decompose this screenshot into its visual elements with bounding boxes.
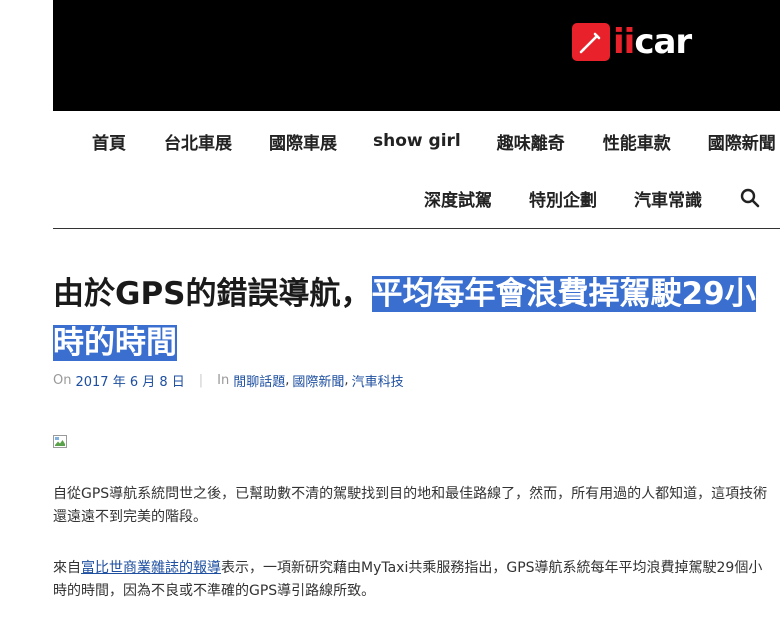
nav-item-intl-news[interactable]: 國際新聞 (708, 129, 776, 154)
meta-separator: | (198, 373, 204, 388)
forbes-report-link[interactable]: 富比世商業雜誌的報導 (81, 560, 221, 576)
nav-item-car-knowledge[interactable]: 汽車常識 (634, 186, 702, 211)
category-comma-2: , (344, 373, 349, 388)
nav-item-test-drive[interactable]: 深度試駕 (424, 186, 492, 211)
logo-letter-1: i (613, 22, 625, 62)
nav-item-home[interactable]: 首頁 (92, 129, 126, 154)
article-meta: On 2017 年 6 月 8 日 | In 閒聊話題 , 國際新聞 , 汽車科… (53, 371, 404, 390)
title-highlight-2: 時的時間 (53, 325, 177, 361)
article-title: 由於GPS的錯誤導航，平均每年會浪費掉駕駛29小時的時間 (53, 270, 780, 368)
category-link-chat[interactable]: 閒聊話題 (233, 371, 285, 390)
search-icon[interactable] (740, 188, 760, 208)
logo-letter-2: i (623, 22, 636, 62)
nav-item-show-girl[interactable]: show girl (373, 131, 461, 151)
category-comma-1: , (285, 373, 290, 388)
p2-intro: 來自 (53, 560, 81, 576)
meta-in-label: In (217, 373, 230, 388)
title-plain: 由於GPS的錯誤導航， (53, 276, 372, 312)
logo-wordmark: i i car (613, 22, 692, 62)
title-highlight-1: 平均每年會浪費掉駕駛29小 (371, 276, 756, 312)
header-divider (53, 228, 780, 229)
nav-item-funny[interactable]: 趣味離奇 (497, 129, 565, 154)
category-link-car-tech[interactable]: 汽車科技 (352, 371, 404, 390)
nav-item-intl-auto-show[interactable]: 國際車展 (269, 129, 337, 154)
broken-image-icon (53, 435, 67, 448)
logo-letter-3: car (634, 22, 692, 62)
site-logo[interactable]: i i car (572, 21, 692, 63)
main-nav-row-1: 首頁 台北車展 國際車展 show girl 趣味離奇 性能車款 國際新聞 (92, 129, 776, 154)
nav-item-performance[interactable]: 性能車款 (603, 129, 671, 154)
meta-on-label: On (53, 373, 72, 388)
nav-item-taipei-auto-show[interactable]: 台北車展 (164, 129, 232, 154)
article-paragraph-1: 自從GPS導航系統問世之後，已幫助數不清的駕駛找到目的地和最佳路線了，然而，所有… (53, 486, 768, 525)
category-link-intl-news[interactable]: 國際新聞 (292, 371, 344, 390)
pen-icon (572, 23, 610, 61)
main-nav-row-2: 深度試駕 特別企劃 汽車常識 (424, 186, 760, 211)
site-header: i i car (53, 0, 780, 111)
article-paragraph-2: 來自富比世商業雜誌的報導表示，一項新研究藉由MyTaxi共乘服務指出，GPS導航… (53, 557, 775, 603)
nav-item-special[interactable]: 特別企劃 (529, 186, 597, 211)
post-date-link[interactable]: 2017 年 6 月 8 日 (75, 371, 184, 390)
